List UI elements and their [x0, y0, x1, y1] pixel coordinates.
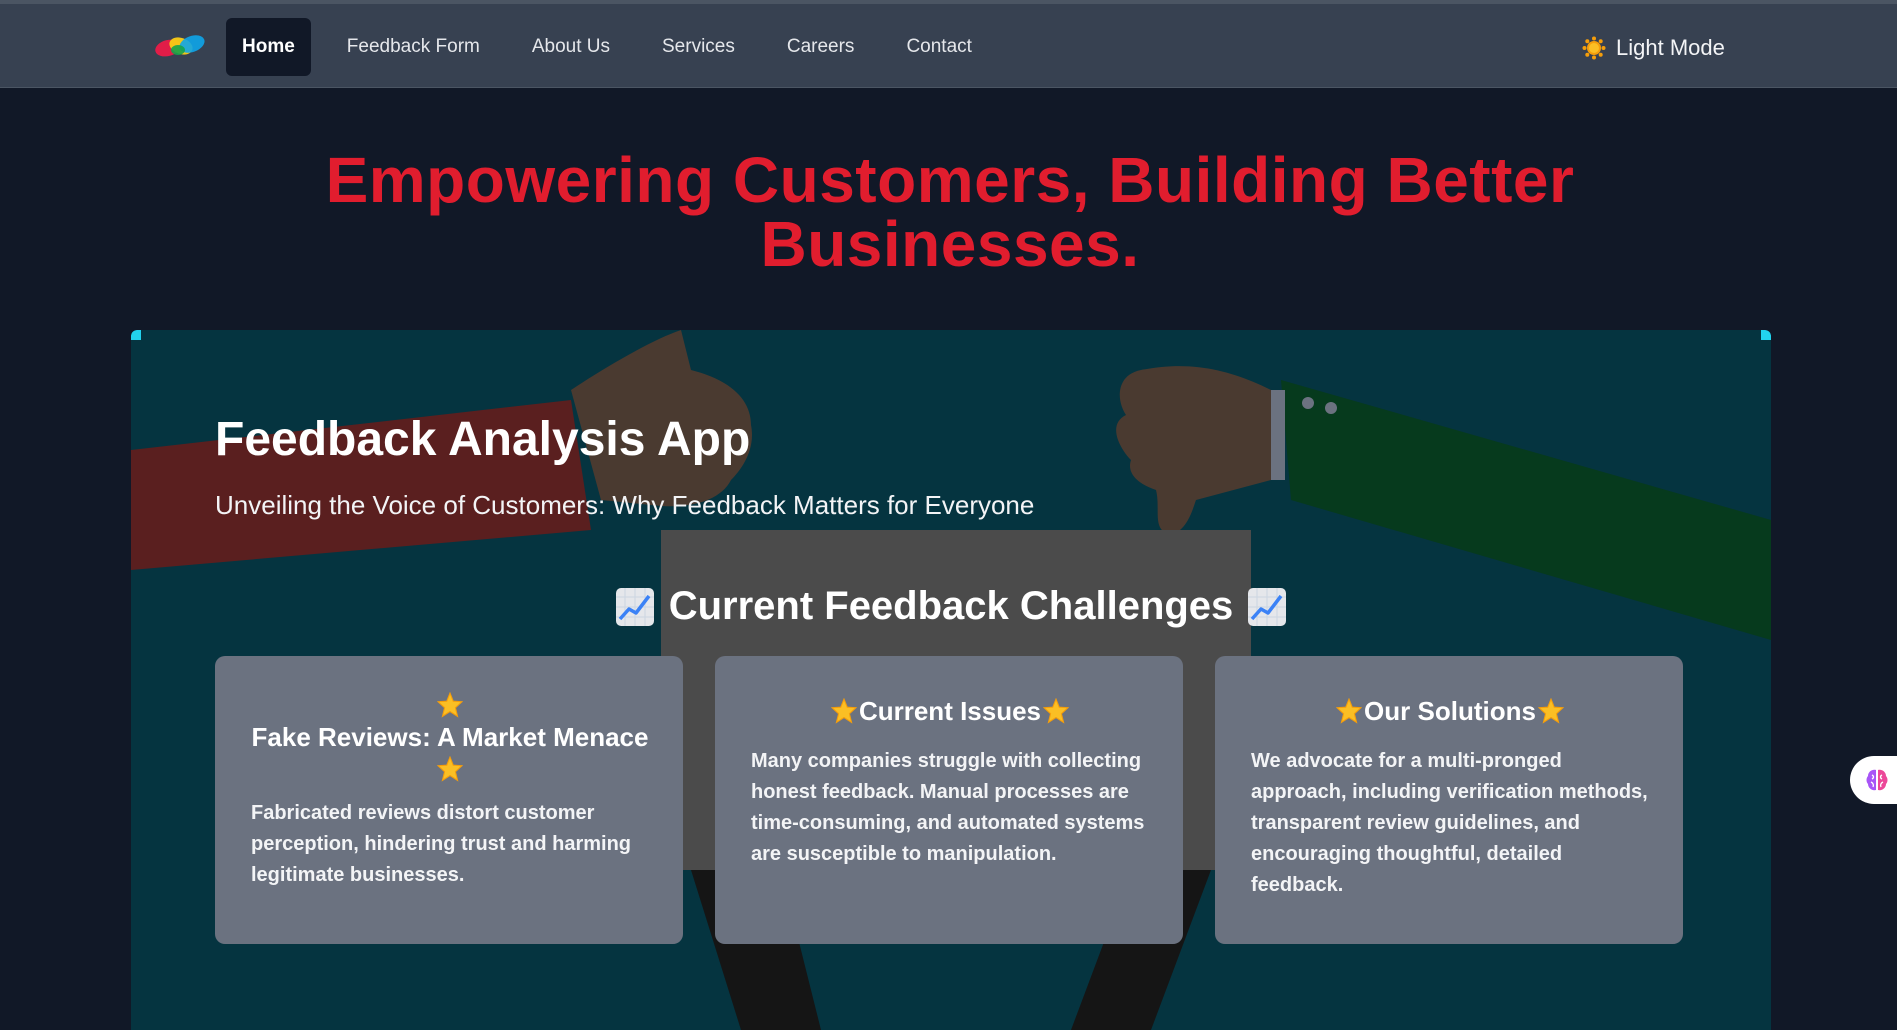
brain-icon — [1866, 769, 1888, 791]
light-mode-label: Light Mode — [1616, 35, 1725, 60]
panel-corner-accent — [131, 330, 141, 340]
card-title-text: Current Issues — [858, 696, 1042, 726]
card-text: We advocate for a multi-pronged approach… — [1251, 750, 1648, 896]
nav-services[interactable]: Services — [646, 18, 751, 76]
app-subtitle: Unveiling the Voice of Customers: Why Fe… — [215, 490, 1035, 520]
card-text: Many companies struggle with collecting … — [751, 750, 1145, 865]
card-our-solutions: Our Solutions We advocate for a multi-pr… — [1215, 656, 1683, 944]
star-icon — [437, 756, 463, 782]
panel-corner-accent — [1761, 330, 1771, 340]
card-title: Fake Reviews: A Market Menace — [251, 692, 649, 782]
app-title: Feedback Analysis App — [215, 413, 751, 466]
star-icon — [437, 692, 463, 718]
card-title-text: Our Solutions — [1364, 696, 1536, 726]
feedback-panel: Feedback Analysis App Unveiling the Voic… — [131, 330, 1771, 1030]
card-current-issues: Current Issues Many companies struggle w… — [715, 656, 1183, 944]
navbar: Home Feedback Form About Us Services Car… — [0, 4, 1897, 88]
card-title: Our Solutions — [1251, 692, 1649, 730]
section-title-text: Current Feedback Challenges — [668, 584, 1234, 628]
nav-home[interactable]: Home — [226, 18, 311, 76]
assistant-widget-button[interactable] — [1850, 756, 1897, 804]
nav-about-us[interactable]: About Us — [516, 18, 626, 76]
section-title: Current Feedback Challenges — [131, 584, 1771, 629]
challenge-cards: Fake Reviews: A Market Menace Fabricated… — [215, 656, 1683, 944]
nav-links: Home Feedback Form About Us Services Car… — [226, 18, 1008, 76]
chart-increasing-icon — [1248, 587, 1287, 626]
card-fake-reviews: Fake Reviews: A Market Menace Fabricated… — [215, 656, 683, 944]
nav-contact[interactable]: Contact — [890, 18, 987, 76]
light-mode-toggle[interactable]: Light Mode — [1582, 32, 1725, 64]
star-icon — [1336, 698, 1363, 724]
card-title-text: Fake Reviews: A Market Menace — [251, 722, 649, 752]
star-icon — [830, 698, 857, 724]
brand-logo-icon[interactable] — [154, 32, 206, 60]
nav-feedback-form[interactable]: Feedback Form — [331, 18, 496, 76]
nav-careers[interactable]: Careers — [771, 18, 871, 76]
sun-icon — [1582, 36, 1606, 60]
hero-title: Empowering Customers, Building Better Bu… — [325, 144, 1575, 280]
chart-increasing-icon — [615, 587, 654, 626]
star-icon — [1537, 698, 1564, 724]
card-title: Current Issues — [751, 692, 1149, 730]
star-icon — [1043, 698, 1070, 724]
card-text: Fabricated reviews distort customer perc… — [251, 802, 632, 886]
